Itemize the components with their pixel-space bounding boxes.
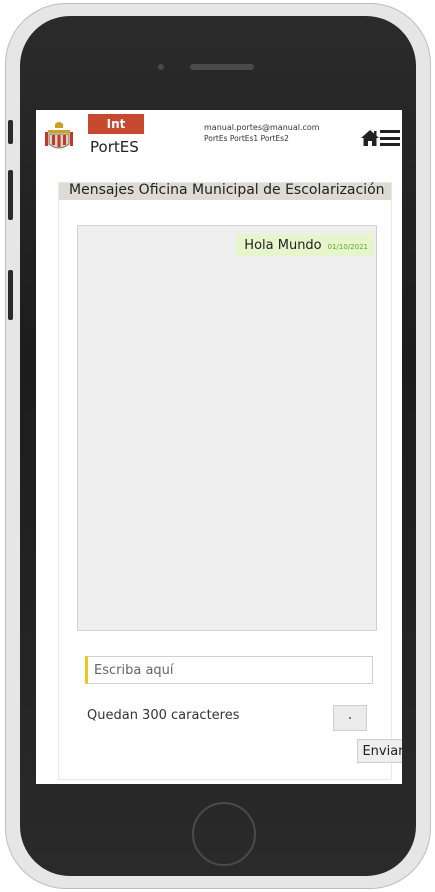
phone-volume-up [8,170,13,220]
user-email: manual.portes@manual.com [204,123,320,132]
coat-of-arms-logo[interactable] [44,120,74,154]
phone-speaker [190,64,254,70]
remaining-characters: Quedan 300 caracteres [87,708,240,723]
app-header: Int PortES manual.portes@manual.com Port… [36,110,402,170]
message-date: 01/10/2021 [327,242,368,251]
panel-title: Mensajes Oficina Municipal de Escolariza… [69,182,385,198]
hamburger-menu-icon[interactable] [380,130,400,146]
messages-panel: Mensajes Oficina Municipal de Escolariza… [58,182,402,780]
home-icon[interactable] [360,128,380,148]
message-text: Hola Mundo [244,237,322,253]
phone-volume-down [8,270,13,320]
chat-message: Hola Mundo 01/10/2021 [236,234,374,256]
app-screen: Int PortES manual.portes@manual.com Port… [36,110,402,784]
send-button[interactable]: Enviar [357,739,402,763]
message-input[interactable] [85,656,373,684]
chat-area[interactable]: Hola Mundo 01/10/2021 [77,225,377,631]
user-names: PortEs PortEs1 PortEs2 [204,134,289,143]
phone-camera [158,64,164,70]
environment-badge: Int [88,114,144,134]
phone-mute-switch [8,120,13,144]
phone-home-button [192,802,256,866]
attach-button[interactable] [333,705,367,731]
app-name: PortES [90,138,139,156]
